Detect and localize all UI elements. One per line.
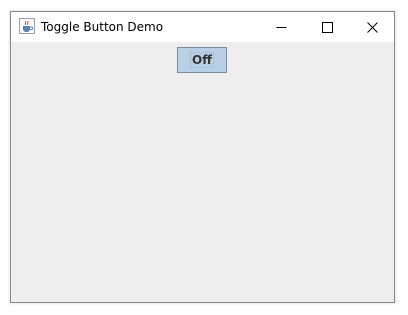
minimize-icon	[276, 18, 287, 37]
close-icon	[366, 18, 378, 37]
title-bar[interactable]: Toggle Button Demo	[11, 12, 394, 42]
window-title: Toggle Button Demo	[41, 20, 164, 34]
java-cup-icon	[19, 18, 35, 34]
content-pane: Off	[11, 42, 394, 302]
maximize-button[interactable]	[304, 12, 350, 42]
maximize-icon	[321, 18, 333, 37]
toggle-button[interactable]: Off	[177, 47, 227, 73]
desktop-background: Toggle Button Demo Off	[0, 0, 408, 315]
toggle-button-label: Off	[190, 52, 214, 68]
app-window: Toggle Button Demo Off	[10, 11, 395, 303]
minimize-button[interactable]	[258, 12, 304, 42]
close-button[interactable]	[349, 12, 395, 42]
